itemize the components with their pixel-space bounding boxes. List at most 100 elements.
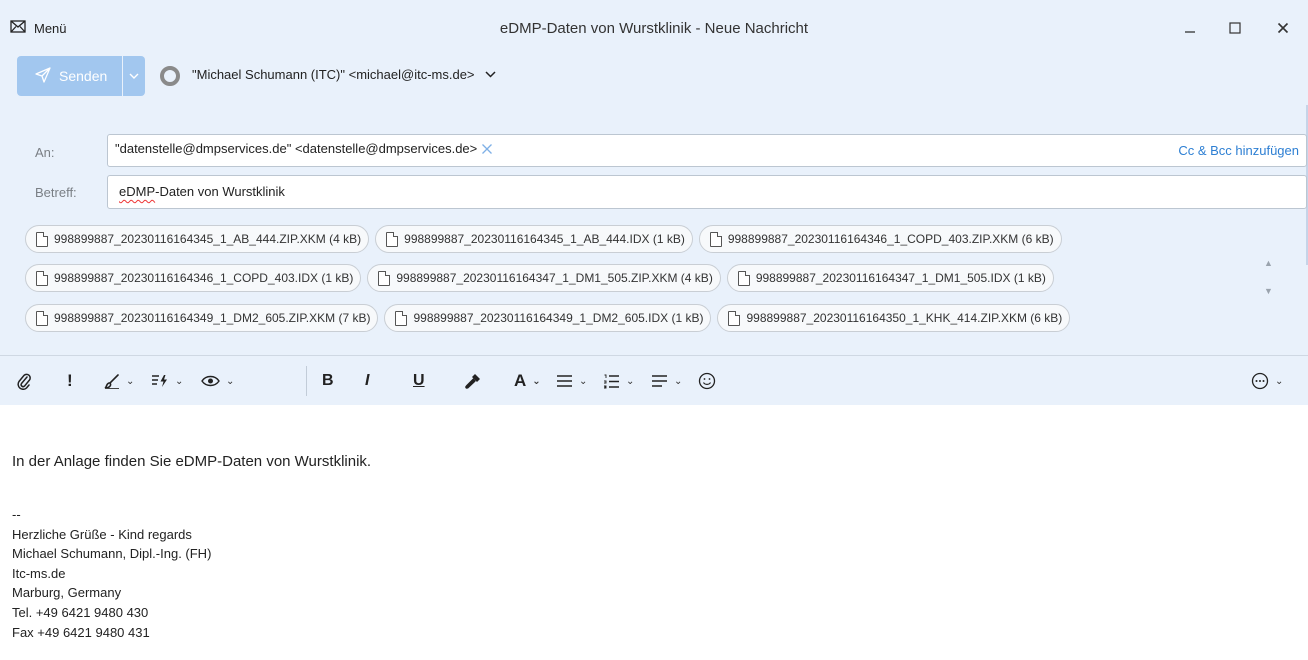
attachments-scroll-down-icon[interactable]: ▼	[1264, 286, 1273, 296]
to-label: An:	[35, 145, 55, 160]
chevron-down-icon: ⌄	[175, 375, 184, 387]
maximize-button[interactable]	[1220, 14, 1250, 42]
file-icon	[378, 270, 391, 286]
chevron-down-icon: ⌄	[1275, 375, 1284, 387]
subject-field[interactable]: eDMP-Daten von Wurstklinik	[107, 175, 1307, 209]
attachment-name: 998899887_20230116164346_1_COPD_403.ZIP.…	[727, 232, 1054, 246]
more-options-icon	[1251, 372, 1269, 390]
subject-text: -Daten von Wurstklinik	[155, 184, 285, 199]
add-cc-bcc-link[interactable]: Cc & Bcc hinzufügen	[1178, 143, 1299, 158]
attachment-row: 998899887_20230116164346_1_COPD_403.IDX …	[25, 264, 1054, 292]
attachment-chip[interactable]: 998899887_20230116164345_1_AB_444.IDX (1…	[375, 225, 693, 253]
close-icon	[1277, 22, 1289, 34]
attach-button[interactable]	[17, 371, 31, 391]
remove-recipient-icon[interactable]	[481, 143, 493, 155]
attachment-name: 998899887_20230116164346_1_COPD_403.IDX …	[54, 271, 354, 285]
chevron-down-icon: ⌄	[626, 375, 635, 387]
chevron-down-icon	[129, 73, 139, 79]
attachment-chip[interactable]: 998899887_20230116164346_1_COPD_403.IDX …	[25, 264, 362, 292]
quick-parts-button[interactable]: ⌄	[151, 371, 183, 391]
sender-address: "Michael Schumann (ITC)" <michael@itc-ms…	[192, 67, 475, 82]
bullet-list-button[interactable]: ⌄	[556, 371, 587, 391]
message-body-text[interactable]: In der Anlage finden Sie eDMP-Daten von …	[12, 453, 371, 470]
quick-parts-icon	[152, 375, 167, 387]
file-icon	[728, 310, 741, 326]
send-options-dropdown[interactable]	[123, 56, 145, 96]
attachment-chip[interactable]: 998899887_20230116164350_1_KHK_414.ZIP.X…	[717, 304, 1071, 332]
attachment-name: 998899887_20230116164347_1_DM1_505.IDX (…	[755, 271, 1046, 285]
signature-line: Tel. +49 6421 9480 430	[12, 604, 149, 620]
eye-icon	[201, 375, 220, 387]
maximize-icon	[1229, 22, 1241, 34]
signature-block[interactable]: -- Herzliche Grüße - Kind regards Michae…	[12, 505, 211, 642]
to-field[interactable]: "datenstelle@dmpservices.de" <datenstell…	[107, 134, 1307, 167]
attachment-chip[interactable]: 998899887_20230116164345_1_AB_444.ZIP.XK…	[25, 225, 370, 253]
subject-label: Betreff:	[35, 185, 77, 200]
signature-line: Marburg, Germany	[12, 585, 122, 601]
italic-button[interactable]: I	[365, 371, 369, 391]
attachment-chip[interactable]: 998899887_20230116164349_1_DM2_605.IDX (…	[384, 304, 712, 332]
chevron-down-icon	[484, 71, 496, 78]
chevron-down-icon: ⌄	[126, 375, 135, 387]
signature-line: Itc-ms.de	[12, 565, 66, 581]
align-icon	[652, 375, 667, 387]
window-title: eDMP-Daten von Wurstklinik - Neue Nachri…	[499, 20, 809, 37]
file-icon	[395, 310, 408, 326]
signature-line: Herzliche Grüße - Kind regards	[12, 526, 192, 542]
more-options-button[interactable]: ⌄	[1251, 371, 1283, 391]
emoji-button[interactable]	[698, 371, 716, 391]
chevron-down-icon: ⌄	[532, 375, 541, 387]
importance-button[interactable]: !	[67, 371, 73, 391]
attachment-chip[interactable]: 998899887_20230116164347_1_DM1_505.IDX (…	[726, 264, 1054, 292]
attachments-scroll-up-icon[interactable]: ▲	[1264, 258, 1273, 268]
bold-button[interactable]: B	[322, 371, 334, 391]
attachment-name: 998899887_20230116164349_1_DM2_605.ZIP.X…	[54, 311, 371, 325]
signature-line: --	[12, 507, 21, 522]
attachment-name: 998899887_20230116164347_1_DM1_505.ZIP.X…	[396, 271, 713, 285]
font-color-button[interactable]: A ⌄	[514, 371, 541, 391]
attachment-name: 998899887_20230116164345_1_AB_444.IDX (1…	[404, 232, 685, 246]
underline-button[interactable]: U	[413, 371, 425, 391]
file-icon	[737, 270, 750, 286]
format-painter-icon	[465, 374, 480, 389]
signature-line: Michael Schumann, Dipl.-Ing. (FH)	[12, 546, 212, 562]
chevron-down-icon: ⌄	[226, 375, 235, 387]
bullet-list-icon	[557, 375, 572, 387]
file-icon	[386, 231, 399, 247]
emoji-icon	[698, 372, 716, 390]
attachment-name: 998899887_20230116164349_1_DM2_605.IDX (…	[413, 311, 704, 325]
chevron-down-icon: ⌄	[579, 375, 588, 387]
minimize-button[interactable]	[1175, 14, 1205, 42]
numbered-list-button[interactable]: ⌄	[603, 371, 634, 391]
signature-line: Fax +49 6421 9480 431	[12, 624, 150, 640]
attachment-chip[interactable]: 998899887_20230116164346_1_COPD_403.ZIP.…	[698, 225, 1062, 253]
view-options-button[interactable]: ⌄	[201, 371, 234, 391]
recipient-chip[interactable]: "datenstelle@dmpservices.de" <datenstell…	[115, 141, 493, 156]
ink-style-button[interactable]: ⌄	[104, 371, 134, 391]
status-circle-icon	[160, 66, 180, 86]
font-color-label: A	[514, 371, 527, 390]
sender-selector[interactable]: "Michael Schumann (ITC)" <michael@itc-ms…	[192, 67, 496, 82]
file-icon	[36, 270, 48, 286]
attachment-chip[interactable]: 998899887_20230116164347_1_DM1_505.ZIP.X…	[367, 264, 721, 292]
chevron-down-icon: ⌄	[674, 375, 683, 387]
recipient-address: "datenstelle@dmpservices.de" <datenstell…	[115, 141, 478, 156]
brush-icon	[104, 374, 119, 389]
attachment-name: 998899887_20230116164345_1_AB_444.ZIP.XK…	[54, 232, 362, 246]
file-icon	[709, 231, 722, 247]
file-icon	[36, 310, 48, 326]
attachment-name: 998899887_20230116164350_1_KHK_414.ZIP.X…	[746, 311, 1063, 325]
subject-misspelled-word: eDMP	[119, 184, 156, 199]
align-button[interactable]: ⌄	[651, 371, 682, 391]
attachment-chip[interactable]: 998899887_20230116164349_1_DM2_605.ZIP.X…	[25, 304, 379, 332]
minimize-icon	[1185, 31, 1195, 33]
numbered-list-icon	[604, 374, 619, 388]
formatting-toolbar: ! ⌄ ⌄ ⌄ B I U A ⌄ ⌄ ⌄ ⌄ ⌄	[0, 355, 1308, 405]
close-button[interactable]	[1268, 14, 1298, 42]
file-icon	[36, 231, 48, 247]
format-painter-button[interactable]	[464, 371, 482, 391]
paperclip-icon	[17, 373, 31, 390]
send-button[interactable]: Senden	[17, 56, 122, 96]
send-icon	[35, 66, 51, 86]
attachment-row: 998899887_20230116164345_1_AB_444.ZIP.XK…	[25, 225, 1062, 253]
